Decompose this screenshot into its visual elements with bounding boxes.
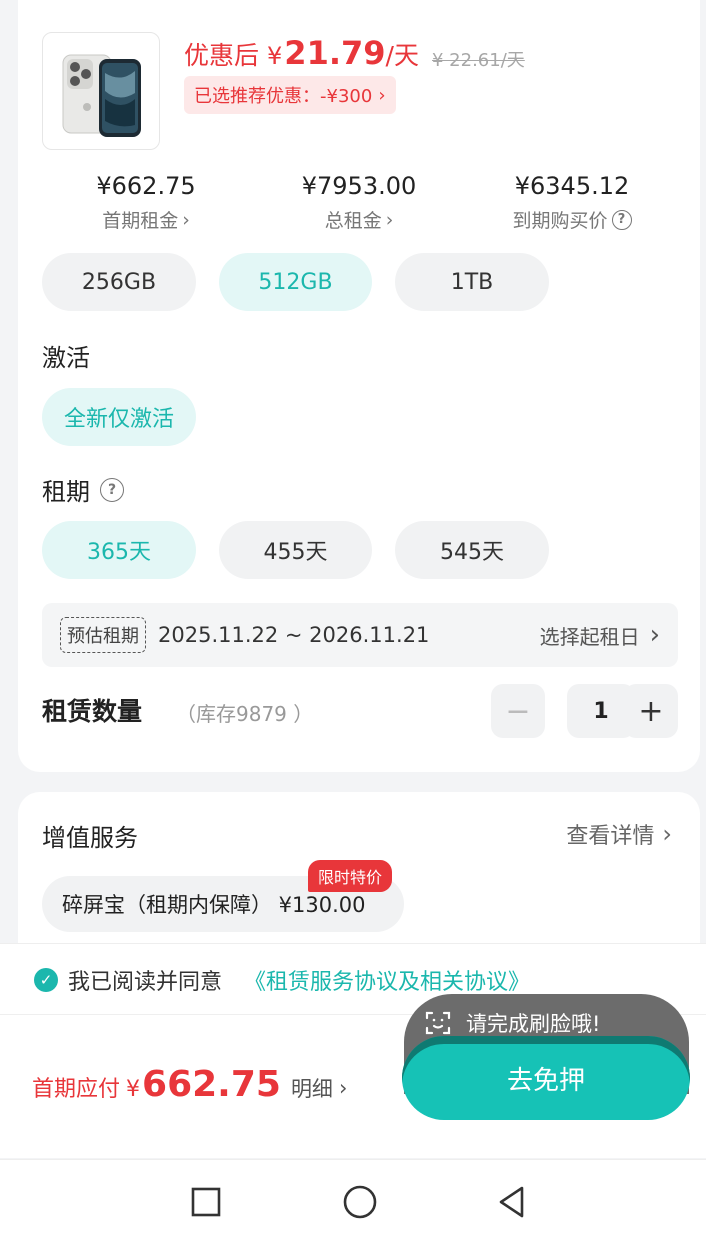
first-payment-currency: ¥: [126, 1077, 141, 1102]
total-rent-label: 总租金: [324, 210, 382, 232]
price-prefix: 优惠后: [184, 41, 260, 70]
services-title: 增值服务: [42, 824, 138, 852]
total-rent-stat[interactable]: ¥7953.00 总租金 ›: [249, 172, 469, 233]
first-payment: 首期应付 ¥ 662.75 明细 ›: [32, 1064, 347, 1105]
storage-option-512gb[interactable]: 512GB: [219, 253, 372, 311]
first-rent-stat[interactable]: ¥662.75 首期租金 ›: [36, 172, 256, 233]
product-image[interactable]: [42, 32, 160, 150]
daily-price: 21.79: [284, 34, 386, 72]
promo-button[interactable]: 已选推荐优惠：-¥300 ›: [184, 76, 396, 114]
first-payment-amount: 662.75: [142, 1064, 281, 1105]
stock-count: （库存9879 ）: [176, 702, 314, 726]
per-day: /天: [385, 41, 419, 70]
original-price: ¥ 22.61/天: [432, 50, 525, 71]
buyout-label: 到期购买价: [512, 210, 608, 232]
home-icon[interactable]: [340, 1182, 380, 1222]
payment-detail-label: 明细: [290, 1077, 333, 1101]
chevron-right-icon: ›: [378, 84, 386, 106]
system-nav-bar: [0, 1159, 706, 1240]
lease-option-455[interactable]: 455天: [219, 521, 372, 579]
buyout-value: ¥6345.12: [514, 172, 630, 200]
back-icon[interactable]: [492, 1182, 532, 1222]
pick-start-date[interactable]: 选择起租日 ›: [540, 620, 660, 650]
recents-icon[interactable]: [186, 1182, 226, 1222]
services-details-link[interactable]: 查看详情 ›: [566, 818, 672, 850]
phone-image: [62, 54, 141, 137]
activation-title: 激活: [42, 344, 90, 372]
lease-option-545[interactable]: 545天: [395, 521, 549, 579]
chevron-right-icon: ›: [182, 208, 190, 231]
chevron-right-icon: ›: [649, 620, 660, 650]
storage-option-1tb[interactable]: 1TB: [395, 253, 549, 311]
product-card: 优惠后 ¥ 21.79 /天 ¥ 22.61/天 已选推荐优惠：-¥300 › …: [18, 0, 700, 772]
decrement-button[interactable]: −: [491, 684, 545, 738]
agreement-link[interactable]: 《租赁服务协议及相关协议》: [244, 964, 530, 996]
deposit-free-button[interactable]: 去免押: [402, 1036, 690, 1120]
promo-text: 已选推荐优惠：-¥300: [194, 86, 373, 107]
help-icon[interactable]: ?: [100, 477, 124, 502]
first-payment-label: 首期应付: [32, 1077, 121, 1102]
lease-date-row[interactable]: 预估租期 2025.11.22 ~ 2026.11.21 选择起租日 ›: [42, 603, 678, 667]
agreement-row[interactable]: ✓ 我已阅读并同意 《租赁服务协议及相关协议》: [34, 964, 530, 996]
total-rent-value: ¥7953.00: [301, 172, 417, 200]
help-icon[interactable]: ?: [611, 209, 632, 230]
discount-price: 优惠后 ¥ 21.79 /天: [184, 34, 419, 72]
first-rent-label: 首期租金: [102, 210, 179, 232]
first-rent-value: ¥662.75: [96, 172, 196, 200]
chevron-right-icon: ›: [385, 208, 394, 231]
quantity-label: 租赁数量: [42, 697, 143, 726]
chevron-right-icon: ›: [662, 820, 672, 848]
storage-option-256gb[interactable]: 256GB: [42, 253, 196, 311]
payment-detail-link[interactable]: 明细 ›: [291, 1073, 347, 1103]
price-currency: ¥: [267, 42, 283, 70]
services-more-label: 查看详情: [566, 824, 655, 849]
estimate-tag: 预估租期: [60, 617, 146, 653]
lease-title: 租期: [42, 478, 90, 506]
date-range: 2025.11.22 ~ 2026.11.21: [158, 623, 430, 647]
chevron-right-icon: ›: [338, 1076, 348, 1100]
face-scan-icon: [425, 1011, 451, 1035]
tooltip-text: 请完成刷脸哦!: [466, 1012, 601, 1036]
pick-start-label: 选择起租日: [539, 624, 640, 649]
increment-button[interactable]: +: [624, 684, 678, 738]
lease-title-row: 租期 ?: [42, 472, 124, 507]
agreement-prefix: 我已阅读并同意: [68, 970, 223, 995]
lease-option-365[interactable]: 365天: [42, 521, 196, 579]
check-icon[interactable]: ✓: [34, 968, 58, 992]
limited-offer-badge: 限时特价: [308, 860, 393, 892]
buyout-stat: ¥6345.12 到期购买价?: [462, 172, 682, 233]
activation-option-new[interactable]: 全新仅激活: [42, 388, 196, 446]
